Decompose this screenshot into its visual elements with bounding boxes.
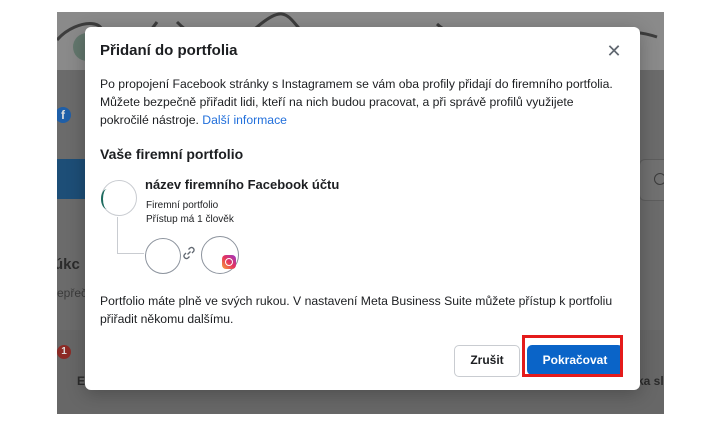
learn-more-link[interactable]: Další informace bbox=[202, 113, 287, 127]
plus-icon bbox=[654, 173, 664, 185]
portfolio-access: Přístup má 1 člověk bbox=[146, 214, 234, 225]
link-icon bbox=[183, 246, 195, 260]
background-subtext-fragment: epřeč bbox=[57, 286, 88, 300]
page-name: název firemního Facebook účtu bbox=[145, 177, 340, 192]
background-add-button bbox=[639, 159, 664, 201]
add-to-portfolio-dialog: Přidaní do portfolia ✕ Po propojení Face… bbox=[85, 27, 640, 390]
background-right-fragment: ka sl bbox=[637, 374, 664, 388]
notification-badge: 1 bbox=[57, 345, 71, 359]
dialog-title: Přidaní do portfolia bbox=[100, 42, 238, 59]
intro-text: Po propojení Facebook stránky s Instagra… bbox=[100, 77, 613, 127]
cancel-button[interactable]: Zrušit bbox=[454, 345, 520, 377]
tree-connector bbox=[117, 217, 144, 254]
portfolio-section-title: Vaše firemní portfolio bbox=[100, 146, 244, 162]
intro-paragraph: Po propojení Facebook stránky s Instagra… bbox=[100, 75, 625, 129]
background-item-fragment: E bbox=[77, 374, 86, 388]
background-heading-fragment: úkc bbox=[57, 256, 80, 273]
continue-button[interactable]: Pokračovat bbox=[527, 345, 623, 375]
facebook-page-avatar bbox=[145, 238, 181, 274]
close-icon[interactable]: ✕ bbox=[603, 40, 625, 62]
portfolio-type: Firemní portfolio bbox=[146, 200, 219, 211]
portfolio-avatar bbox=[101, 180, 137, 216]
footer-paragraph: Portfolio máte plně ve svých rukou. V na… bbox=[100, 294, 613, 326]
instagram-icon bbox=[222, 255, 236, 269]
facebook-badge-icon: f bbox=[57, 107, 71, 123]
